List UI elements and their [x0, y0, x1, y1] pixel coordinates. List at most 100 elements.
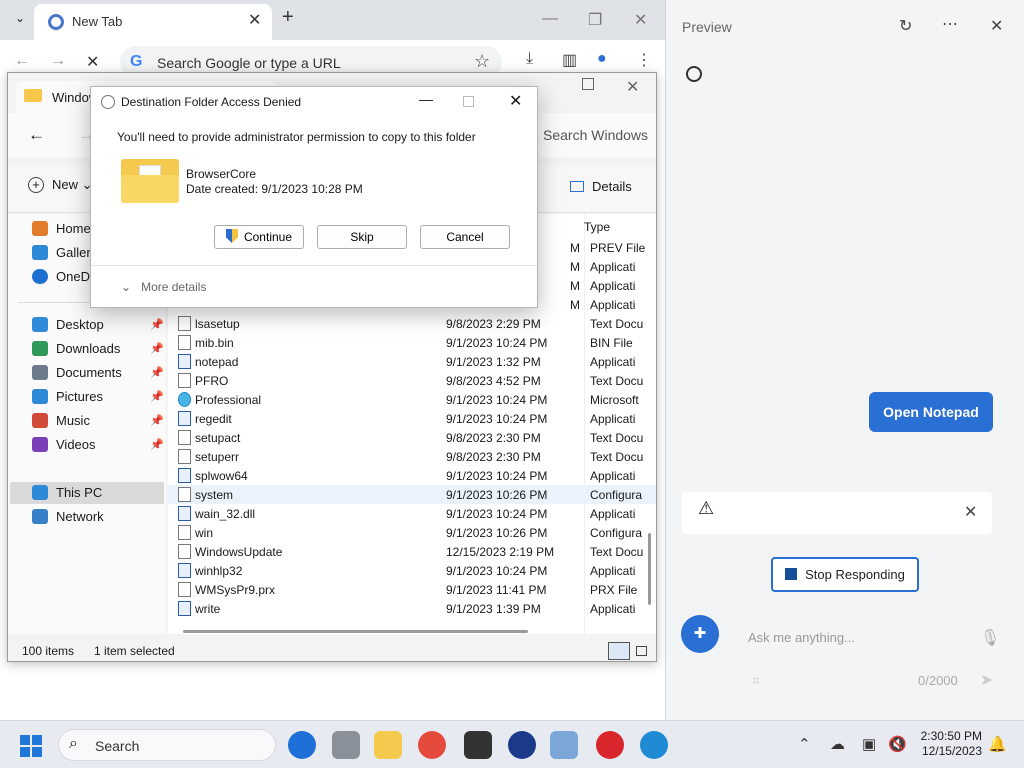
refresh-icon[interactable]: ↻	[899, 16, 912, 36]
show-hidden-icons-icon[interactable]: ⌃	[798, 735, 811, 753]
download-icon[interactable]: ⤓	[526, 50, 533, 68]
row-date: 9/1/2023 10:24 PM	[446, 507, 548, 521]
screenshot-icon[interactable]: ⌗	[752, 672, 760, 689]
nav-item-videos[interactable]: Videos 📌	[10, 434, 164, 456]
chrome-icon[interactable]	[418, 731, 446, 759]
close-icon[interactable]: ✕	[990, 16, 1003, 36]
table-row[interactable]: winhlp32 9/1/2023 10:24 PM Applicati	[168, 561, 656, 580]
nav-item-music[interactable]: Music 📌	[10, 410, 164, 432]
more-details-toggle[interactable]: ⌄ More details	[121, 280, 206, 294]
new-tab-plus-icon[interactable]: +	[282, 6, 294, 29]
row-date: 9/1/2023 10:24 PM	[446, 393, 548, 407]
dialog-minimize-icon[interactable]: —	[419, 91, 433, 107]
details-pane-button[interactable]: Details	[570, 179, 632, 194]
profile-avatar-icon[interactable]: ●	[597, 50, 607, 68]
row-name: write	[195, 602, 221, 616]
forward-arrow-icon[interactable]: →	[50, 52, 66, 70]
row-name: regedit	[195, 412, 232, 426]
new-tab-favicon-icon	[48, 14, 64, 30]
edge-dev-icon[interactable]	[288, 731, 316, 759]
dialog-close-icon[interactable]: ✕	[509, 91, 522, 111]
nav-item-pictures[interactable]: Pictures 📌	[10, 386, 164, 408]
display-icon[interactable]: ▣	[862, 735, 876, 753]
explorer-close-icon[interactable]: ✕	[626, 77, 639, 97]
file-explorer-icon[interactable]	[374, 731, 402, 759]
back-arrow-icon[interactable]: ←	[14, 52, 30, 70]
tab-search-dropdown[interactable]: ⌄	[10, 8, 30, 28]
table-row[interactable]: win 9/1/2023 10:26 PM Configura	[168, 523, 656, 542]
application-icon	[178, 563, 191, 578]
explorer-maximize-icon[interactable]	[582, 78, 594, 90]
explorer-search-input[interactable]: Search Windows	[543, 127, 648, 143]
nav-item-desktop[interactable]: Desktop 📌	[10, 314, 164, 336]
new-button[interactable]: + New ⌄	[28, 177, 93, 193]
skip-button[interactable]: Skip	[317, 225, 407, 249]
stop-loading-icon[interactable]: ✕	[86, 52, 99, 72]
chrome-close-icon[interactable]: ✕	[634, 10, 647, 30]
table-row[interactable]: regedit 9/1/2023 10:24 PM Applicati	[168, 409, 656, 428]
application-icon	[178, 411, 191, 426]
bookmark-star-icon[interactable]: ☆	[474, 51, 490, 72]
tiles-view-icon[interactable]	[636, 646, 647, 656]
table-row[interactable]: WMSysPr9.prx 9/1/2023 11:41 PM PRX File	[168, 580, 656, 599]
explorer-back-icon[interactable]: ←	[28, 125, 45, 145]
microphone-icon[interactable]: 🎙	[980, 628, 1000, 648]
nav-item-downloads[interactable]: Downloads 📌	[10, 338, 164, 360]
table-row[interactable]: PFRO 9/8/2023 4:52 PM Text Docu	[168, 371, 656, 390]
start-button[interactable]	[20, 735, 42, 757]
table-row-selected[interactable]: system 9/1/2023 10:26 PM Configura	[168, 485, 656, 504]
chrome-minimize-icon[interactable]: —	[542, 10, 558, 28]
row-type: Applicati	[590, 260, 636, 274]
tab-title: New Tab	[72, 14, 123, 29]
edge-icon[interactable]	[640, 731, 668, 759]
nav-item-documents[interactable]: Documents 📌	[10, 362, 164, 384]
table-row[interactable]: Professional 9/1/2023 10:24 PM Microsoft	[168, 390, 656, 409]
history-icon[interactable]	[686, 66, 702, 82]
chrome-menu-icon[interactable]: ⋮	[636, 50, 652, 70]
tab-new-tab[interactable]: New Tab ✕	[34, 4, 272, 40]
tab-close-icon[interactable]: ✕	[248, 10, 261, 30]
new-chat-icon[interactable]: ✚	[681, 615, 719, 653]
table-row[interactable]: write 9/1/2023 1:39 PM Applicati	[168, 599, 656, 618]
onedrive-cloud-icon	[32, 269, 48, 284]
warning-close-icon[interactable]: ✕	[964, 502, 977, 522]
table-row[interactable]: lsasetup 9/8/2023 2:29 PM Text Docu	[168, 314, 656, 333]
volume-icon[interactable]: 🔇	[888, 735, 907, 753]
onedrive-icon[interactable]: ☁	[830, 735, 845, 753]
open-notepad-button[interactable]: Open Notepad	[869, 392, 993, 432]
table-row[interactable]: mib.bin 9/1/2023 10:24 PM BIN File	[168, 333, 656, 352]
column-header-type[interactable]: Type	[584, 220, 610, 234]
yandex-icon[interactable]	[596, 731, 624, 759]
details-view-icon[interactable]	[608, 642, 630, 660]
notification-bell-icon[interactable]: 🔔	[988, 735, 1007, 753]
folder-date: Date created: 9/1/2023 10:28 PM	[186, 182, 363, 196]
table-row[interactable]: WindowsUpdate 12/15/2023 2:19 PM Text Docu	[168, 542, 656, 561]
nav-item-network[interactable]: Network	[10, 506, 164, 528]
cancel-button[interactable]: Cancel	[420, 225, 510, 249]
monitor-app-icon[interactable]	[550, 731, 578, 759]
security-app-icon[interactable]	[464, 731, 492, 759]
app-icon[interactable]	[508, 731, 536, 759]
more-options-icon[interactable]: ⋯	[942, 14, 958, 34]
send-icon[interactable]: ➤	[980, 670, 993, 690]
horizontal-scrollbar[interactable]	[183, 630, 528, 633]
taskbar-search[interactable]: ⌕ Search	[58, 729, 276, 761]
continue-button[interactable]: Continue	[214, 225, 304, 249]
chrome-maximize-icon[interactable]: ❐	[588, 10, 602, 30]
table-row[interactable]: wain_32.dll 9/1/2023 10:24 PM Applicati	[168, 504, 656, 523]
row-name: winhlp32	[195, 564, 243, 578]
table-row[interactable]: setuperr 9/8/2023 2:30 PM Text Docu	[168, 447, 656, 466]
row-type: Applicati	[590, 279, 636, 293]
side-panel-icon[interactable]: ▥	[562, 50, 577, 70]
table-row[interactable]: setupact 9/8/2023 2:30 PM Text Docu	[168, 428, 656, 447]
nav-item-this-pc[interactable]: This PC	[10, 482, 164, 504]
table-row[interactable]: notepad 9/1/2023 1:32 PM Applicati	[168, 352, 656, 371]
system-clock[interactable]: 2:30:50 PM 12/15/2023	[920, 729, 982, 759]
omnibox-placeholder: Search Google or type a URL	[157, 55, 341, 71]
task-view-icon[interactable]	[332, 731, 360, 759]
table-row[interactable]: splwow64 9/1/2023 10:24 PM Applicati	[168, 466, 656, 485]
vertical-scrollbar[interactable]	[648, 533, 651, 605]
chat-input[interactable]: Ask me anything...	[748, 630, 855, 645]
stop-responding-button[interactable]: Stop Responding	[771, 557, 919, 592]
application-icon	[178, 468, 191, 483]
